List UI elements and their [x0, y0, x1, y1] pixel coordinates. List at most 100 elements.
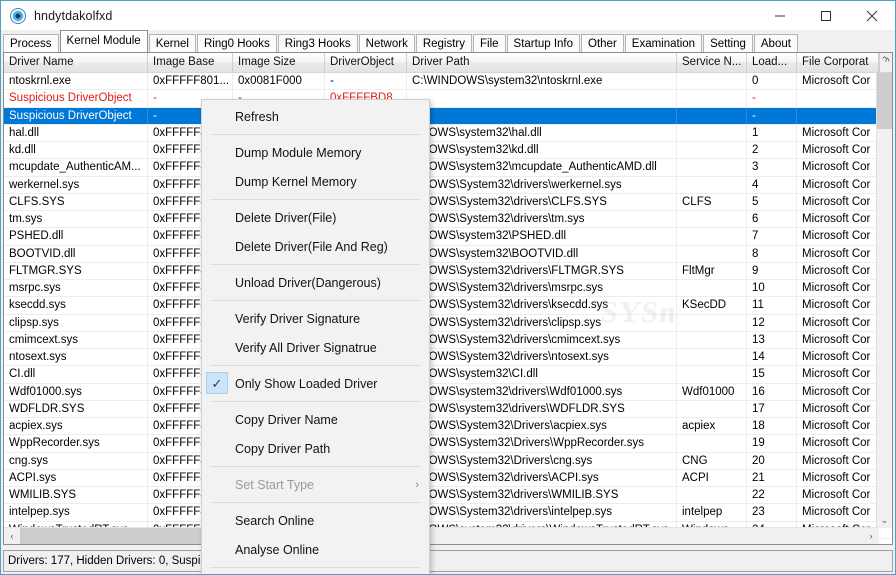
- menu-item-refresh[interactable]: Refresh: [202, 102, 429, 131]
- column-header-size[interactable]: Image Size: [233, 53, 325, 72]
- cell-svc: [677, 349, 747, 366]
- table-row[interactable]: ntoskrnl.exe 0xFFFFF801... 0x0081F000- C:\W…: [4, 73, 892, 91]
- menu-item-dump-module-memory[interactable]: Dump Module Memory: [202, 138, 429, 167]
- tab-setting[interactable]: Setting: [703, 34, 753, 52]
- menu-item-only-show-loaded-driver[interactable]: ✓ Only Show Loaded Driver: [202, 369, 429, 398]
- tab-ring3-hooks[interactable]: Ring3 Hooks: [277, 34, 358, 52]
- scroll-up-icon[interactable]: ⌃: [877, 53, 892, 68]
- tab-registry[interactable]: Registry: [415, 34, 473, 52]
- maximize-icon[interactable]: [803, 1, 849, 30]
- tab-other[interactable]: Other: [581, 34, 624, 52]
- vertical-scrollbar[interactable]: ⌃ ⌄: [876, 55, 892, 528]
- cell-svc: [677, 159, 747, 176]
- cell-load: -: [747, 90, 797, 107]
- table-row[interactable]: msrpc.sys 0xFFFFF80 NDOWS\System32\drivers…: [4, 280, 892, 298]
- table-row[interactable]: hal.dll 0xFFFFF80 NDOWS\system32\hal.dll 1 M…: [4, 124, 892, 142]
- table-row[interactable]: ACPI.sys 0xFFFFF80 NDOWS\System32\drivers\…: [4, 469, 892, 487]
- cell-load: 2: [747, 142, 797, 159]
- cell-corp: Microsoft Cor: [797, 176, 879, 193]
- tab-kernel-module[interactable]: Kernel Module: [59, 30, 148, 52]
- menu-item-label: Dump Kernel Memory: [235, 174, 357, 189]
- cell-corp: Microsoft Cor: [797, 418, 879, 435]
- cell-corp: Microsoft Cor: [797, 487, 879, 504]
- scroll-down-icon[interactable]: ⌄: [877, 513, 892, 528]
- menu-item-delete-driver-file[interactable]: Delete Driver(File): [202, 203, 429, 232]
- title-bar: hndytdakolfxd: [1, 1, 895, 30]
- horizontal-scrollbar[interactable]: ‹ ›: [4, 527, 879, 544]
- table-row[interactable]: werkernel.sys 0xFFFFF80 NDOWS\System32\dri…: [4, 176, 892, 194]
- cell-svc: [677, 314, 747, 331]
- table-row[interactable]: tm.sys 0xFFFFF80 NDOWS\System32\drivers\tm…: [4, 211, 892, 229]
- cell-name: cmimcext.sys: [4, 331, 148, 348]
- tab-kernel[interactable]: Kernel: [148, 34, 196, 52]
- table-row[interactable]: WDFLDR.SYS 0xFFFFF80 NDOWS\system32\driver…: [4, 400, 892, 418]
- menu-item-search-online[interactable]: Search Online: [202, 506, 429, 535]
- menu-item-copy-driver-name[interactable]: Copy Driver Name: [202, 405, 429, 434]
- table-row[interactable]: mcupdate_AuthenticAM... 0xFFFFF80 NDOWS\sy…: [4, 159, 892, 177]
- column-header-path[interactable]: Driver Path: [407, 53, 677, 72]
- table-row[interactable]: WMILIB.SYS 0xFFFFF80 NDOWS\System32\driver…: [4, 487, 892, 505]
- column-header-obj[interactable]: DriverObject: [325, 53, 407, 72]
- table-row[interactable]: clipsp.sys 0xFFFFF80 NDOWS\System32\driver…: [4, 314, 892, 332]
- menu-item-dump-kernel-memory[interactable]: Dump Kernel Memory: [202, 167, 429, 196]
- menu-item-verify-all-driver-signatrue[interactable]: Verify All Driver Signatrue: [202, 333, 429, 362]
- column-header-svc[interactable]: Service N...: [677, 53, 747, 72]
- cell-corp: Microsoft Cor: [797, 124, 879, 141]
- table-row[interactable]: Suspicious DriverObject - -: [4, 107, 892, 125]
- table-row[interactable]: PSHED.dll 0xFFFFF80 NDOWS\system32\PSHED.d…: [4, 228, 892, 246]
- cell-name: werkernel.sys: [4, 176, 148, 193]
- cell-svc: Wdf01000: [677, 383, 747, 400]
- menu-item-find-target[interactable]: Find Target: [202, 571, 429, 574]
- table-row[interactable]: BOOTVID.dll 0xFFFFF80 NDOWS\system32\BOOTV…: [4, 245, 892, 263]
- cell-name: ksecdd.sys: [4, 297, 148, 314]
- tab-label: Ring0 Hooks: [203, 38, 270, 50]
- chevron-right-icon: ›: [415, 478, 419, 491]
- column-header-name[interactable]: Driver Name: [4, 53, 148, 72]
- table-row[interactable]: CLFS.SYS 0xFFFFF80 NDOWS\System32\drivers\…: [4, 193, 892, 211]
- tab-ring0-hooks[interactable]: Ring0 Hooks: [196, 34, 277, 52]
- scroll-right-icon[interactable]: ›: [863, 528, 879, 544]
- table-row[interactable]: Wdf01000.sys 0xFFFFF80 NDOWS\system32\driv…: [4, 383, 892, 401]
- column-header-corp[interactable]: File Corporat: [797, 53, 879, 72]
- tab-about[interactable]: About: [753, 34, 798, 52]
- cell-svc: CLFS: [677, 193, 747, 210]
- cell-svc: [677, 400, 747, 417]
- cell-corp: Microsoft Cor: [797, 245, 879, 262]
- column-header-load[interactable]: Load...: [747, 53, 797, 72]
- cell-svc: [677, 331, 747, 348]
- menu-item-delete-driver-file-and-reg[interactable]: Delete Driver(File And Reg): [202, 232, 429, 261]
- table-row[interactable]: acpiex.sys 0xFFFFF80 NDOWS\System32\Driver…: [4, 418, 892, 436]
- table-row[interactable]: kd.dll 0xFFFFF80 NDOWS\system32\kd.dll 2 Mic…: [4, 142, 892, 160]
- table-row[interactable]: WppRecorder.sys 0xFFFFF80 NDOWS\System32\D…: [4, 435, 892, 453]
- table-row[interactable]: cng.sys 0xFFFFF80 NDOWS\System32\Drivers\c…: [4, 452, 892, 470]
- menu-item-copy-driver-path[interactable]: Copy Driver Path: [202, 434, 429, 463]
- minimize-icon[interactable]: [757, 1, 803, 30]
- tab-file[interactable]: File: [473, 34, 506, 52]
- tab-network[interactable]: Network: [358, 34, 415, 52]
- menu-item-verify-driver-signature[interactable]: Verify Driver Signature: [202, 304, 429, 333]
- tab-examination[interactable]: Examination: [624, 34, 703, 52]
- table-row[interactable]: ntosext.sys 0xFFFFF80 NDOWS\System32\drive…: [4, 349, 892, 367]
- column-header-base[interactable]: Image Base: [148, 53, 233, 72]
- window-controls: [757, 1, 895, 30]
- cell-load: 23: [747, 504, 797, 521]
- menu-item-unload-driver-dangerous[interactable]: Unload Driver(Dangerous): [202, 268, 429, 297]
- vertical-scroll-thumb[interactable]: [877, 73, 892, 129]
- tab-startup-info[interactable]: Startup Info: [506, 34, 581, 52]
- table-row[interactable]: FLTMGR.SYS 0xFFFFF80 NDOWS\System32\driver…: [4, 262, 892, 280]
- cell-svc: acpiex: [677, 418, 747, 435]
- scroll-left-icon[interactable]: ‹: [4, 528, 20, 544]
- cell-path: NDOWS\System32\Drivers\WppRecorder.sys: [407, 435, 677, 452]
- menu-item-analyse-online[interactable]: Analyse Online: [202, 535, 429, 564]
- menu-item-label: Copy Driver Name: [235, 412, 338, 427]
- table-row[interactable]: intelpep.sys 0xFFFFF80 NDOWS\System32\driv…: [4, 504, 892, 522]
- cell-corp: Microsoft Cor: [797, 73, 879, 90]
- table-row[interactable]: Suspicious DriverObject--0xFFFFBD8...-: [4, 90, 892, 108]
- close-icon[interactable]: [849, 1, 895, 30]
- table-row[interactable]: ksecdd.sys 0xFFFFF80 NDOWS\System32\driver…: [4, 297, 892, 315]
- table-row[interactable]: CI.dll 0xFFFFF80 NDOWS\system32\CI.dll 15 Mi…: [4, 366, 892, 384]
- table-row[interactable]: cmimcext.sys 0xFFFFF80 NDOWS\System32\driv…: [4, 331, 892, 349]
- tab-process[interactable]: Process: [3, 34, 59, 52]
- cell-path: NDOWS\System32\drivers\ACPI.sys: [407, 469, 677, 486]
- cell-name: tm.sys: [4, 211, 148, 228]
